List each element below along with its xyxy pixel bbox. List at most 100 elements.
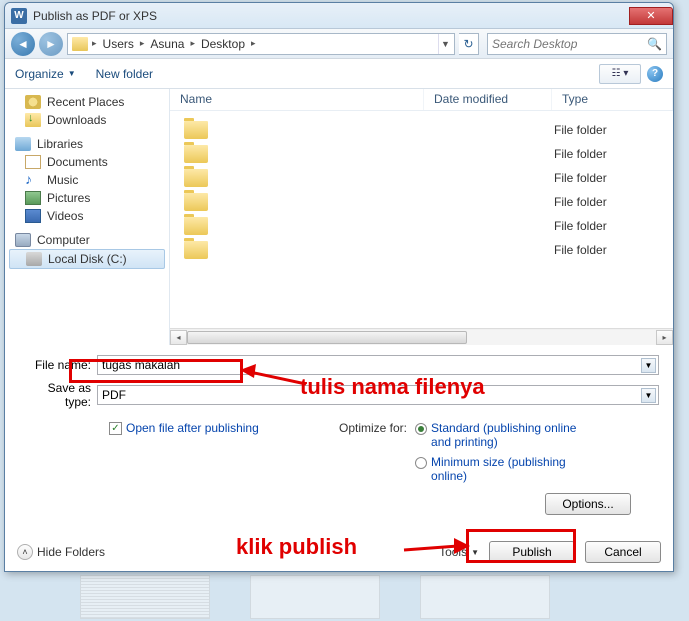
forward-button[interactable]: ► (39, 32, 63, 56)
navigation-bar: ◄ ► ▸ Users ▸ Asuna ▸ Desktop ▸ ▼ ↻ 🔍 (5, 29, 673, 59)
saveastype-combo[interactable]: PDF ▼ (97, 385, 659, 405)
column-date[interactable]: Date modified (424, 89, 552, 110)
chevron-up-icon: ˄ (17, 544, 33, 560)
view-mode-button[interactable]: ☷ ▾ (599, 64, 641, 84)
breadcrumb-desktop[interactable]: Desktop (197, 37, 249, 51)
new-folder-button[interactable]: New folder (96, 67, 153, 81)
chevron-down-icon: ▼ (471, 548, 479, 557)
publish-button[interactable]: Publish (489, 541, 575, 563)
column-name[interactable]: Name (170, 89, 424, 110)
folder-icon (72, 37, 88, 51)
filename-value: tugas makalah (102, 358, 180, 372)
filename-row: File name: tugas makalah ▼ (19, 355, 659, 375)
sidebar-item-music[interactable]: ♪ Music (5, 171, 169, 189)
help-button[interactable]: ? (647, 66, 663, 82)
file-type-cell: File folder (554, 241, 673, 265)
sidebar-label: Downloads (47, 113, 106, 127)
tools-menu[interactable]: Tools ▼ (439, 545, 479, 559)
dialog-footer: ˄ Hide Folders Tools ▼ Publish Cancel (17, 541, 661, 563)
documents-icon (25, 155, 41, 169)
options-button[interactable]: Options... (545, 493, 631, 515)
search-input[interactable] (492, 37, 642, 51)
folder-icon[interactable] (184, 193, 208, 211)
file-list-pane: Name Date modified Type File folder Fil (170, 89, 673, 345)
refresh-button[interactable]: ↻ (459, 33, 479, 55)
saveastype-label: Save as type: (19, 381, 97, 409)
scroll-left-arrow[interactable]: ◂ (170, 330, 187, 345)
chevron-right-icon[interactable]: ▸ (90, 38, 99, 49)
optimize-minimum-radio[interactable]: Minimum size (publishing online) (415, 455, 591, 483)
chevron-down-icon[interactable]: ▼ (641, 358, 656, 373)
chevron-right-icon[interactable]: ▸ (249, 38, 258, 49)
sidebar-label: Recent Places (47, 95, 124, 109)
breadcrumb-users[interactable]: Users (99, 37, 138, 51)
scroll-thumb[interactable] (187, 331, 467, 344)
sidebar-label: Documents (47, 155, 108, 169)
sidebar-item-computer[interactable]: Computer (5, 231, 169, 249)
file-type-cell: File folder (554, 217, 673, 241)
file-type-cell: File folder (554, 193, 673, 217)
radio-icon (415, 423, 427, 435)
publish-dialog: W Publish as PDF or XPS ✕ ◄ ► ▸ Users ▸ … (4, 2, 674, 572)
folder-icon[interactable] (184, 145, 208, 163)
filename-combo[interactable]: tugas makalah ▼ (97, 355, 659, 375)
sidebar-label: Libraries (37, 137, 83, 151)
sidebar-item-videos[interactable]: Videos (5, 207, 169, 225)
close-button[interactable]: ✕ (629, 7, 673, 25)
disk-icon (26, 252, 42, 266)
cancel-button[interactable]: Cancel (585, 541, 661, 563)
file-list[interactable]: File folder File folder File folder File… (170, 111, 673, 328)
folder-icon[interactable] (184, 241, 208, 259)
libraries-icon (15, 137, 31, 151)
search-box[interactable]: 🔍 (487, 33, 667, 55)
filename-label: File name: (19, 358, 97, 372)
back-button[interactable]: ◄ (11, 32, 35, 56)
radio-label: Minimum size (publishing online) (431, 455, 591, 483)
sidebar-item-recent[interactable]: Recent Places (5, 93, 169, 111)
toolbar: Organize ▼ New folder ☷ ▾ ? (5, 59, 673, 89)
sidebar-item-documents[interactable]: Documents (5, 153, 169, 171)
column-headers: Name Date modified Type (170, 89, 673, 111)
file-type-cell: File folder (554, 121, 673, 145)
file-icons-column (170, 111, 212, 328)
chevron-right-icon[interactable]: ▸ (188, 38, 197, 49)
word-app-icon: W (11, 8, 27, 24)
folder-icon[interactable] (184, 169, 208, 187)
breadcrumb-dropdown[interactable]: ▼ (438, 34, 452, 54)
scroll-track[interactable] (187, 330, 656, 345)
navigation-sidebar: Recent Places Downloads Libraries Docume… (5, 89, 170, 345)
horizontal-scrollbar[interactable]: ◂ ▸ (170, 328, 673, 345)
folder-icon[interactable] (184, 217, 208, 235)
organize-menu[interactable]: Organize ▼ (15, 67, 76, 81)
radio-label: Standard (publishing online and printing… (431, 421, 591, 449)
optimize-standard-radio[interactable]: Standard (publishing online and printing… (415, 421, 591, 449)
breadcrumb-asuna[interactable]: Asuna (146, 37, 188, 51)
column-type[interactable]: Type (552, 89, 673, 110)
hide-folders-button[interactable]: ˄ Hide Folders (17, 544, 105, 560)
music-icon: ♪ (25, 173, 41, 187)
file-types-column: File folder File folder File folder File… (552, 111, 673, 328)
titlebar[interactable]: W Publish as PDF or XPS ✕ (5, 3, 673, 29)
downloads-icon (25, 113, 41, 127)
chevron-down-icon: ▼ (68, 69, 76, 78)
sidebar-item-libraries[interactable]: Libraries (5, 135, 169, 153)
breadcrumb[interactable]: ▸ Users ▸ Asuna ▸ Desktop ▸ ▼ (67, 33, 455, 55)
file-names-column (212, 111, 424, 328)
saveastype-row: Save as type: PDF ▼ (19, 381, 659, 409)
folder-icon[interactable] (184, 121, 208, 139)
checkbox-icon: ✓ (109, 422, 122, 435)
computer-icon (15, 233, 31, 247)
open-after-publishing-checkbox[interactable]: ✓ Open file after publishing (109, 421, 339, 435)
save-options-panel: File name: tugas makalah ▼ Save as type:… (5, 345, 673, 523)
sidebar-label: Music (47, 173, 78, 187)
sidebar-item-downloads[interactable]: Downloads (5, 111, 169, 129)
sidebar-label: Videos (47, 209, 83, 223)
chevron-down-icon[interactable]: ▼ (641, 388, 656, 403)
sidebar-item-pictures[interactable]: Pictures (5, 189, 169, 207)
scroll-right-arrow[interactable]: ▸ (656, 330, 673, 345)
chevron-right-icon[interactable]: ▸ (138, 38, 147, 49)
dialog-title: Publish as PDF or XPS (33, 9, 157, 23)
saveastype-value: PDF (102, 388, 126, 402)
sidebar-item-localdisk[interactable]: Local Disk (C:) (9, 249, 165, 269)
background-word-thumbnails (80, 575, 689, 621)
